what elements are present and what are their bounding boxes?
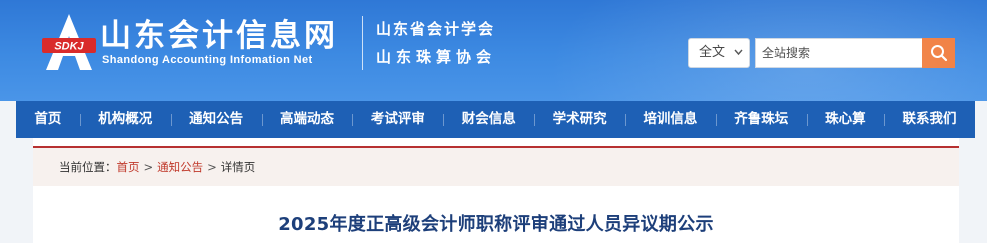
nav-item-mental-abacus[interactable]: 珠心算 [806,101,884,138]
nav-item-notices[interactable]: 通知公告 [170,101,262,138]
nav-item-about[interactable]: 机构概况 [79,101,171,138]
article-title: 2025年度正高级会计师职称评审通过人员异议期公示 [278,214,714,235]
breadcrumb: 当前位置：首页 > 通知公告 > 详情页 [33,146,959,186]
nav-item-contact[interactable]: 联系我们 [884,101,975,138]
site-header: SDKJ 山东会计信息网 Shandong Accounting Infomat… [0,0,987,101]
nav-item-finance-info[interactable]: 财会信息 [443,101,534,138]
nav-item-abacus-forum[interactable]: 齐鲁珠坛 [715,101,807,138]
nav-item-exams[interactable]: 考试评审 [352,101,443,138]
site-title[interactable]: 山东会计信息网 [100,10,338,55]
breadcrumb-home[interactable]: 首页 [117,160,140,174]
breadcrumb-current: 详情页 [220,160,256,174]
nav-item-research[interactable]: 学术研究 [534,101,625,138]
breadcrumb-notices[interactable]: 通知公告 [157,160,203,174]
site-logo[interactable]: SDKJ [40,12,98,72]
search-button[interactable] [922,38,955,68]
breadcrumb-separator: > [143,160,154,174]
org-name-abacus-association: 山东珠算协会 [376,48,497,66]
site-subtitle: Shandong Accounting Infomation Net [102,54,313,66]
breadcrumb-separator: > [207,160,217,174]
logo-badge-text: SDKJ [54,41,84,53]
search-icon [930,45,947,62]
search-input[interactable]: 全站搜索 [755,38,922,68]
chevron-down-icon [734,39,743,79]
nav-item-highlights[interactable]: 高端动态 [261,101,353,138]
nav-item-training[interactable]: 培训信息 [625,101,716,138]
search-scope-value: 全文 [699,45,726,60]
org-name-accounting-society: 山东省会计学会 [376,20,496,38]
nav-item-home[interactable]: 首页 [16,101,80,138]
logo-icon: SDKJ [42,14,96,70]
search-scope-select[interactable]: 全文 [688,38,750,68]
header-divider [362,16,363,70]
main-content: 当前位置：首页 > 通知公告 > 详情页 2025年度正高级会计师职称评审通过人员异议期… [33,138,959,243]
breadcrumb-prefix: 当前位置： [59,160,117,174]
main-nav: 首页 机构概况 通知公告 高端动态 考试评审 财会信息 学术研究 培训信息 齐鲁… [16,101,975,138]
